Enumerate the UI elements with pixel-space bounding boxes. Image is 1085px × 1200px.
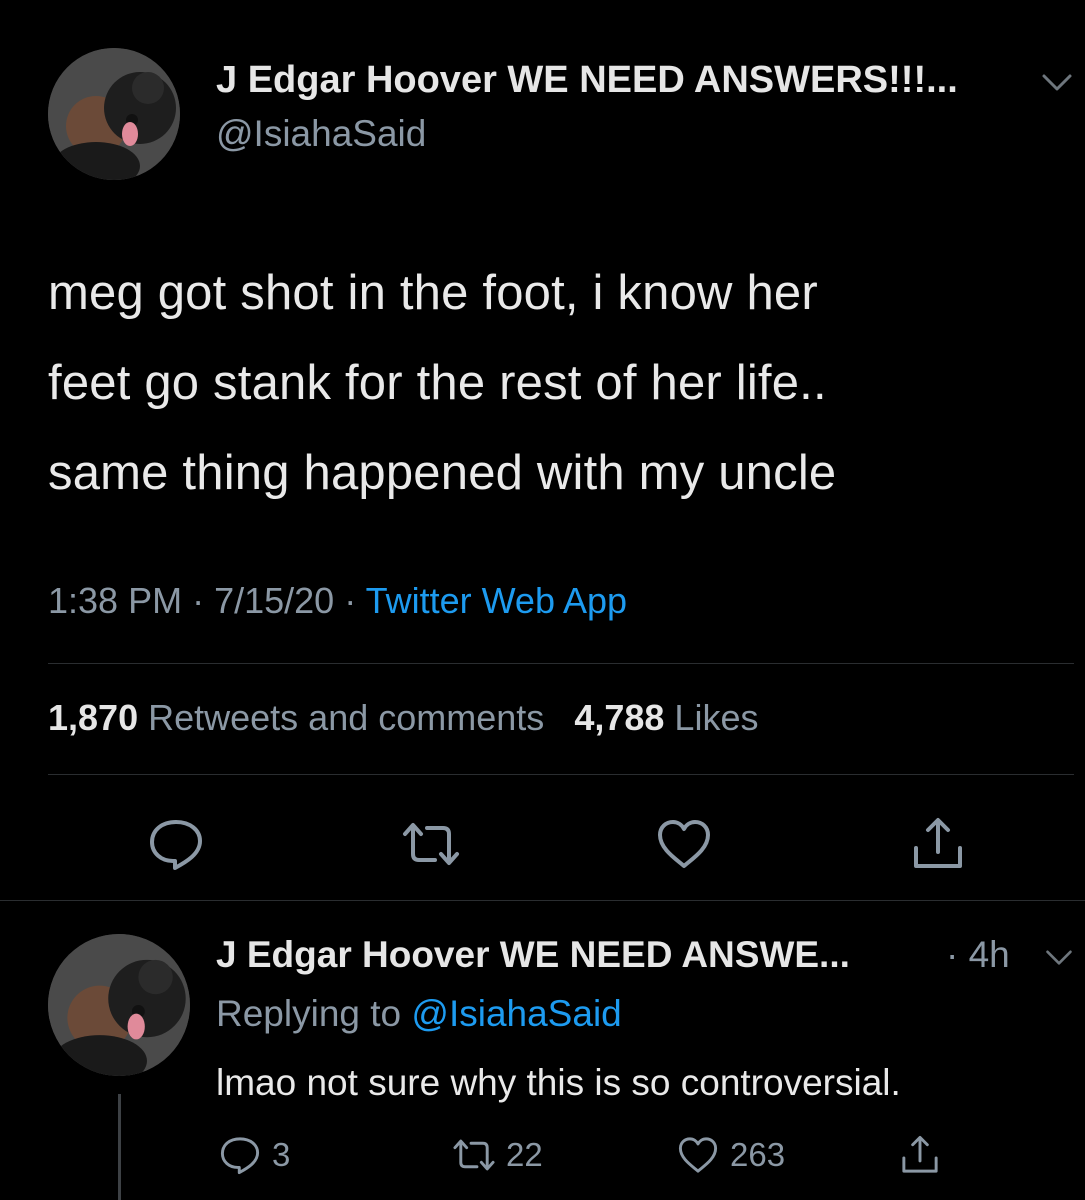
section-divider <box>0 900 1085 901</box>
like-icon[interactable] <box>654 814 714 874</box>
reply-timestamp: · 4h <box>946 934 1010 975</box>
separator-dot: · <box>192 580 215 621</box>
separator-dot: · <box>344 580 366 621</box>
likes-count: 4,788 <box>574 697 665 738</box>
tweet-time[interactable]: 1:38 PM <box>48 580 182 621</box>
chevron-down-icon[interactable] <box>1040 72 1074 94</box>
retweets-count: 1,870 <box>48 697 139 738</box>
tweet-stats: 1,870 Retweets and comments 4,788 Likes <box>48 697 758 739</box>
reply-time-value: 4h <box>968 934 1010 975</box>
like-icon <box>678 1137 718 1173</box>
reply-count: 3 <box>272 1136 291 1173</box>
reply-retweet-button[interactable]: 22 <box>452 1133 543 1177</box>
thread-line <box>118 1094 121 1200</box>
replying-prefix: Replying to <box>216 993 402 1034</box>
reply-icon[interactable] <box>146 814 206 874</box>
share-icon <box>902 1135 938 1173</box>
reply-like-button[interactable]: 263 <box>676 1133 785 1177</box>
retweet-count: 22 <box>506 1136 543 1173</box>
tweet-text-line: feet go stank for the rest of her life.. <box>48 356 827 410</box>
author-handle[interactable]: @IsiahaSaid <box>216 113 426 155</box>
avatar[interactable] <box>48 48 180 180</box>
divider <box>48 774 1074 775</box>
reply-avatar[interactable] <box>48 934 190 1076</box>
avatar-image <box>48 934 190 1076</box>
retweet-icon <box>453 1139 495 1171</box>
retweet-icon[interactable] <box>401 814 461 874</box>
retweets-label: Retweets and comments <box>148 697 545 738</box>
tweet-source-link[interactable]: Twitter Web App <box>366 580 627 621</box>
replying-to-mention[interactable]: @IsiahaSaid <box>411 993 621 1034</box>
avatar-image <box>48 48 180 180</box>
reply-author-name[interactable]: J Edgar Hoover WE NEED ANSWE... <box>216 934 850 976</box>
share-icon[interactable] <box>908 814 968 874</box>
reply-icon <box>220 1137 260 1175</box>
divider <box>48 663 1074 664</box>
reply-text: lmao not sure why this is so controversi… <box>216 1062 901 1103</box>
replying-to: Replying to @IsiahaSaid <box>216 993 622 1035</box>
tweet-meta: 1:38 PM · 7/15/20 · Twitter Web App <box>48 580 627 622</box>
reply-share-button[interactable] <box>898 1133 942 1177</box>
author-name[interactable]: J Edgar Hoover WE NEED ANSWERS!!!... <box>216 59 958 102</box>
likes-label: Likes <box>674 697 759 738</box>
likes-stat[interactable]: 4,788 Likes <box>574 697 758 738</box>
retweets-stat[interactable]: 1,870 Retweets and comments <box>48 697 544 738</box>
reply-comment-button[interactable]: 3 <box>218 1133 290 1177</box>
tweet-text-line: meg got shot in the foot, i know her <box>48 266 818 320</box>
tweet-date[interactable]: 7/15/20 <box>214 580 334 621</box>
chevron-down-icon[interactable] <box>1044 948 1074 968</box>
tweet-text-line: same thing happened with my uncle <box>48 446 837 500</box>
like-count: 263 <box>730 1136 786 1173</box>
tweet-text: meg got shot in the foot, i know her fee… <box>48 248 1058 518</box>
